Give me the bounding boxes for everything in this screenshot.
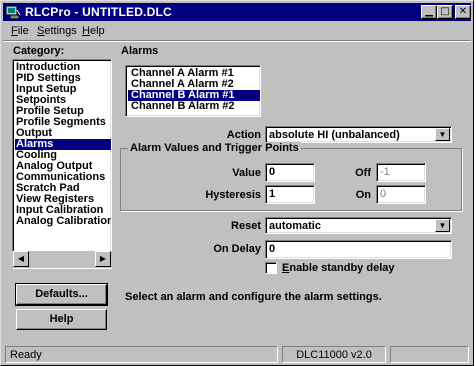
value-input-text: 0: [269, 166, 276, 178]
action-dropdown-button[interactable]: ▼: [435, 128, 450, 141]
scroll-left-button[interactable]: ◀: [13, 251, 29, 267]
defaults-button[interactable]: Defaults...: [15, 283, 108, 306]
help-button[interactable]: Help: [16, 309, 107, 330]
value-input[interactable]: 0: [265, 163, 315, 182]
maximize-button[interactable]: □: [437, 5, 453, 19]
arrow-left-icon: ◀: [17, 254, 25, 263]
close-button[interactable]: ✕: [455, 5, 471, 19]
on-delay-input[interactable]: 0: [265, 240, 452, 259]
status-version: DLC11000 v2.0: [282, 346, 386, 363]
action-label: Action: [226, 129, 261, 141]
on-input-text: 0: [380, 188, 387, 200]
reset-label: Reset: [231, 220, 261, 232]
on-label: On: [355, 189, 371, 201]
chevron-down-icon: ▼: [438, 221, 447, 230]
off-input[interactable]: -1: [376, 163, 426, 182]
category-heading: Category:: [13, 45, 65, 57]
menu-separator: [3, 40, 471, 42]
hint-text: Select an alarm and configure the alarm …: [125, 291, 382, 303]
alarm-item[interactable]: Channel B Alarm #2: [128, 101, 260, 112]
status-extra: [390, 346, 469, 363]
on-input[interactable]: 0: [376, 185, 426, 204]
minimize-button[interactable]: ▁: [421, 5, 437, 19]
hysteresis-input[interactable]: 1: [265, 185, 315, 204]
arrow-right-icon: ▶: [99, 254, 107, 263]
title-bar[interactable]: RLCPro - UNTITLED.DLC ▁ □ ✕: [3, 3, 471, 21]
category-list[interactable]: Introduction PID Settings Input Setup Setpo…: [12, 59, 112, 269]
menu-settings[interactable]: Settings: [37, 25, 77, 37]
hysteresis-input-text: 1: [269, 188, 276, 200]
off-input-text: -1: [380, 166, 390, 178]
category-hscrollbar[interactable]: ◀ ▶: [12, 251, 112, 268]
scroll-right-button[interactable]: ▶: [95, 251, 111, 267]
hysteresis-label: Hysteresis: [205, 189, 261, 201]
menu-file[interactable]: File: [11, 25, 29, 37]
off-label: Off: [355, 167, 371, 179]
close-icon: ✕: [458, 6, 468, 17]
on-delay-label: On Delay: [213, 243, 261, 255]
reset-select[interactable]: automatic ▼: [265, 217, 452, 234]
value-label: Value: [232, 167, 261, 179]
section-title: Alarms: [121, 45, 159, 57]
action-select[interactable]: absolute HI (unbalanced) ▼: [265, 126, 452, 143]
maximize-icon: □: [440, 6, 450, 17]
menu-help[interactable]: Help: [82, 25, 105, 37]
category-item[interactable]: Analog Calibration: [15, 216, 111, 227]
status-bar: Ready DLC11000 v2.0: [3, 345, 471, 363]
app-icon: [5, 5, 21, 20]
standby-delay-checkbox[interactable]: [265, 262, 277, 274]
app-window: RLCPro - UNTITLED.DLC ▁ □ ✕ File Setting…: [0, 0, 474, 366]
menu-bar: File Settings Help: [3, 22, 471, 40]
chevron-down-icon: ▼: [438, 130, 447, 139]
window-title: RLCPro - UNTITLED.DLC: [25, 5, 172, 19]
standby-delay-label[interactable]: Enable standby delay: [282, 262, 395, 274]
reset-select-value: automatic: [269, 220, 321, 232]
alarm-list[interactable]: Channel A Alarm #1 Channel A Alarm #2 Chan…: [125, 65, 261, 117]
reset-dropdown-button[interactable]: ▼: [435, 219, 450, 232]
status-text: Ready: [5, 346, 278, 363]
action-select-value: absolute HI (unbalanced): [269, 129, 400, 141]
minimize-icon: ▁: [425, 6, 433, 17]
on-delay-input-text: 0: [269, 243, 276, 255]
alarm-values-group-title: Alarm Values and Trigger Points: [128, 142, 301, 154]
